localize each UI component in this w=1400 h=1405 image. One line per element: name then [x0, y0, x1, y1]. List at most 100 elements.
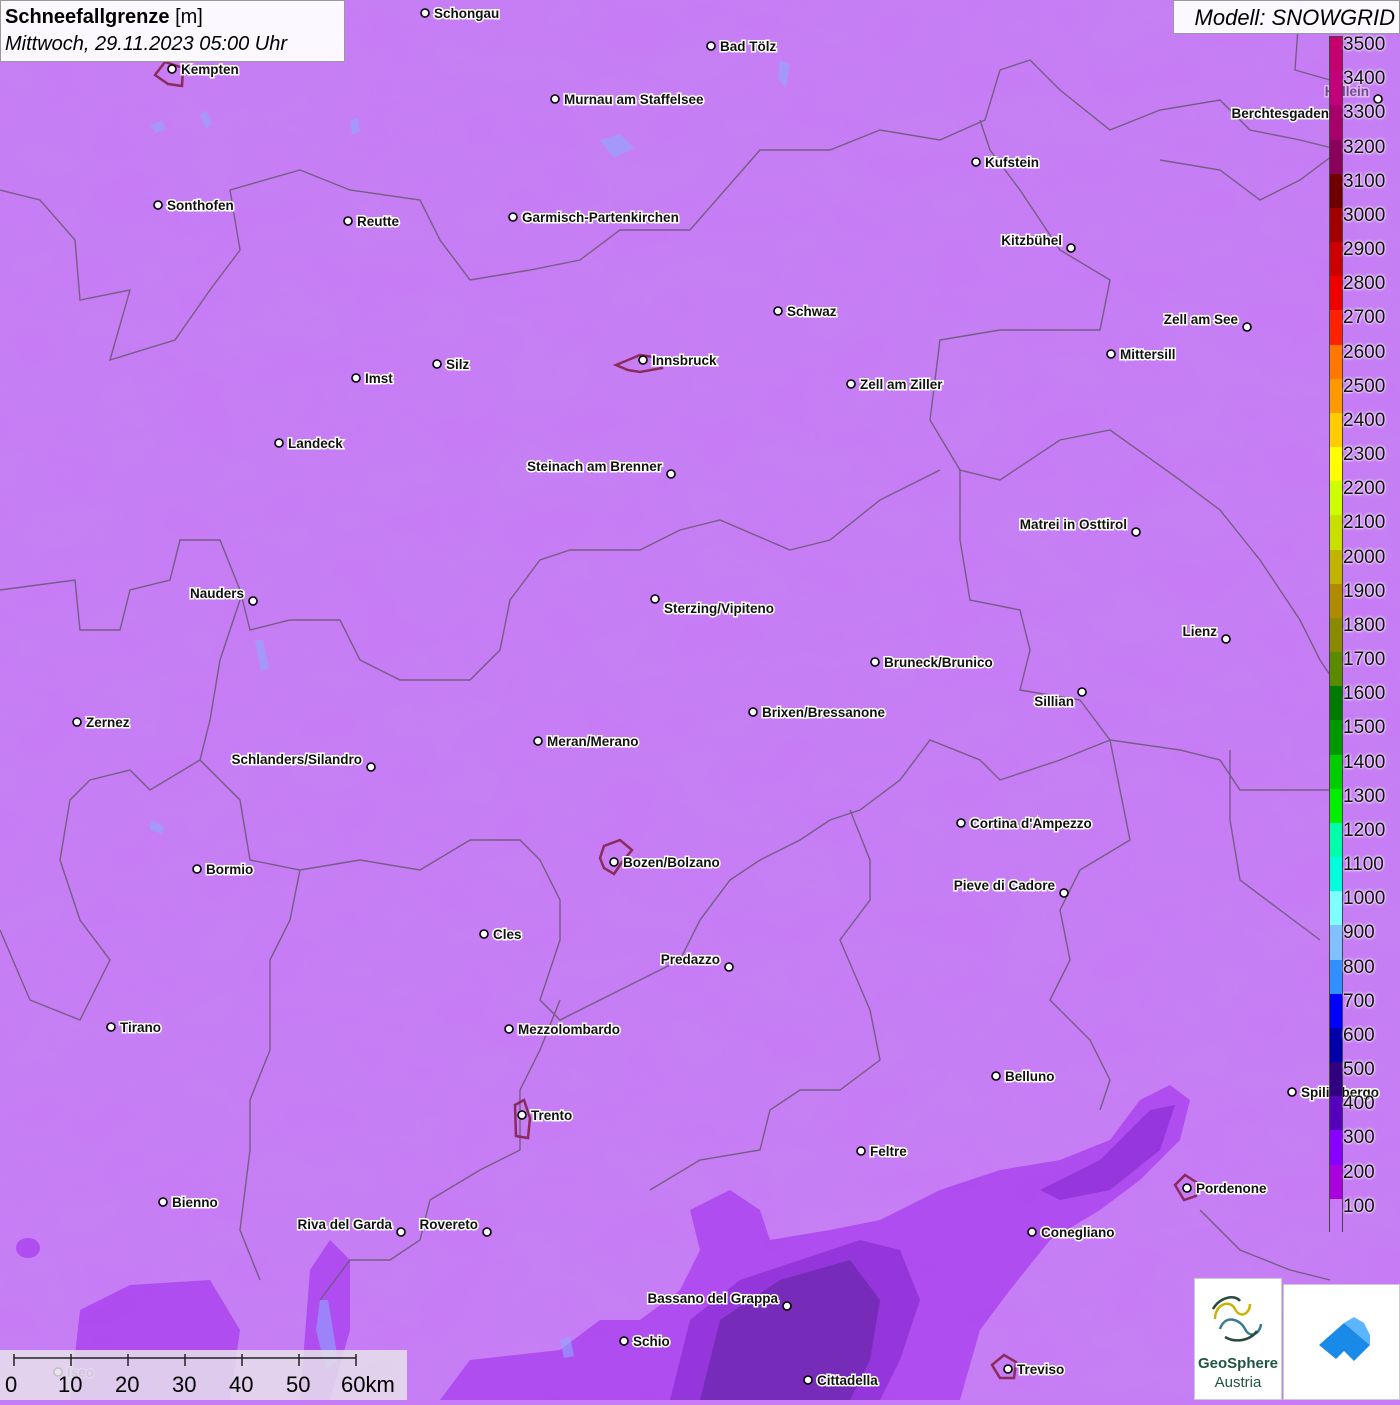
legend-value: 900	[1343, 922, 1375, 944]
app-logo[interactable]	[1283, 1284, 1400, 1400]
title-box: Schneefallgrenze [m] Mittwoch, 29.11.202…	[0, 0, 345, 62]
legend-swatch	[1330, 242, 1342, 277]
place-dot-icon	[153, 200, 163, 210]
legend-value: 1100	[1343, 854, 1384, 876]
scale-label: 20	[115, 1372, 140, 1397]
place-dot-icon	[550, 94, 560, 104]
place-dot-icon	[482, 1227, 492, 1237]
legend-swatch	[1330, 207, 1342, 243]
legend-swatch	[1330, 959, 1342, 995]
legend-value: 2900	[1343, 239, 1386, 261]
place-dot-icon	[724, 962, 734, 972]
legend-swatch	[1330, 139, 1342, 175]
legend-swatch	[1330, 1027, 1342, 1063]
place-dot-icon	[870, 657, 880, 667]
legend-swatch	[1330, 105, 1342, 140]
place-name: Nauders	[190, 586, 244, 601]
legend-swatch	[1330, 925, 1342, 961]
place-dot-icon	[856, 1146, 866, 1156]
geosphere-logo[interactable]: GeoSphere Austria	[1194, 1278, 1282, 1400]
place-dot-icon	[343, 216, 353, 226]
place-name: Matrei in Osttirol	[1020, 517, 1127, 532]
legend-value: 700	[1343, 990, 1375, 1012]
place-dot-icon	[803, 1375, 813, 1385]
place-name: Mittersill	[1120, 347, 1176, 362]
map-datetime: Mittwoch, 29.11.2023 05:00 Uhr	[5, 33, 288, 55]
place-dot-icon	[192, 864, 202, 874]
place-name: Schlanders/Silandro	[231, 752, 362, 767]
place-name: Meran/Merano	[547, 734, 639, 749]
place-marker: Bozen/Bolzano	[609, 854, 721, 872]
legend-swatch	[1330, 276, 1342, 311]
place-name: Murnau am Staffelsee	[564, 92, 704, 107]
legend-value: 1400	[1343, 751, 1386, 773]
place-dot-icon	[1066, 243, 1076, 253]
place-name: Cittadella	[817, 1373, 878, 1388]
legend-swatch	[1330, 652, 1342, 687]
legend-swatch	[1330, 720, 1342, 756]
legend-value: 2600	[1343, 341, 1386, 363]
legend-value: 1800	[1343, 614, 1386, 636]
legend-value: 1200	[1343, 819, 1386, 841]
legend-swatch	[1330, 1164, 1342, 1200]
place-dot-icon	[508, 212, 518, 222]
place-dot-icon	[1077, 687, 1087, 697]
place-dot-icon	[1287, 1087, 1297, 1097]
scale-label: 40	[229, 1372, 254, 1397]
legend-value: 2800	[1343, 273, 1386, 295]
place-name: Sterzing/Vipiteno	[664, 601, 774, 616]
place-dot-icon	[1131, 527, 1141, 537]
legend-swatch	[1330, 310, 1342, 346]
legend-swatch	[1330, 447, 1342, 482]
place-dot-icon	[619, 1336, 629, 1346]
place-name: Bozen/Bolzano	[623, 855, 720, 870]
legend-swatch	[1330, 1096, 1342, 1131]
place-name: Kitzbühel	[1001, 233, 1062, 248]
legend-value: 500	[1343, 1059, 1375, 1081]
place-marker: Bruneck/Brunico	[870, 654, 994, 672]
place-name: Silz	[446, 357, 470, 372]
place-dot-icon	[1221, 634, 1231, 644]
legend-swatch	[1330, 71, 1342, 106]
scale-label: 60km	[341, 1372, 395, 1397]
place-name: Cles	[493, 927, 522, 942]
place-name: Bad Tölz	[720, 39, 776, 54]
place-name: Imst	[365, 371, 393, 386]
place-dot-icon	[158, 1197, 168, 1207]
place-dot-icon	[1242, 322, 1252, 332]
legend-swatch	[1330, 583, 1342, 619]
place-dot-icon	[432, 359, 442, 369]
place-name: Lienz	[1182, 624, 1217, 639]
place-dot-icon	[1106, 349, 1116, 359]
place-dot-icon	[650, 594, 660, 604]
place-marker: Mezzolombardo	[504, 1021, 622, 1039]
place-marker: Cortina d'Ampezzo	[956, 815, 1093, 833]
legend-swatch	[1330, 515, 1342, 551]
place-marker: Conegliano	[1027, 1224, 1116, 1242]
place-name: Bienno	[172, 1195, 218, 1210]
place-dot-icon	[479, 929, 489, 939]
place-name: Schio	[633, 1334, 670, 1349]
model-label: Modell: SNOWGRID	[1173, 0, 1400, 34]
place-name: Zell am See	[1164, 312, 1239, 327]
place-dot-icon	[782, 1301, 792, 1311]
legend-swatch	[1330, 37, 1342, 72]
place-dot-icon	[846, 379, 856, 389]
place-name: Treviso	[1017, 1362, 1064, 1377]
legend-value: 600	[1343, 1024, 1375, 1046]
legend-swatch	[1330, 617, 1342, 653]
place-name: Bassano del Grappa	[647, 1291, 778, 1306]
place-dot-icon	[72, 717, 82, 727]
legend-swatch	[1330, 857, 1342, 892]
place-dot-icon	[248, 596, 258, 606]
place-marker: Pordenone	[1182, 1180, 1268, 1198]
snowfall-map[interactable]: Schongau Bad Tölz Kempten Murnau am Staffel…	[0, 0, 1400, 1400]
legend-value: 3000	[1343, 204, 1386, 226]
geosphere-country: Austria	[1214, 1374, 1262, 1391]
place-name: Brixen/Bressanone	[762, 705, 886, 720]
legend-swatch	[1330, 891, 1342, 926]
place-dot-icon	[420, 8, 430, 18]
place-marker: Zell am Ziller	[846, 376, 945, 394]
place-name: Rovereto	[419, 1217, 478, 1232]
place-dot-icon	[1059, 888, 1069, 898]
